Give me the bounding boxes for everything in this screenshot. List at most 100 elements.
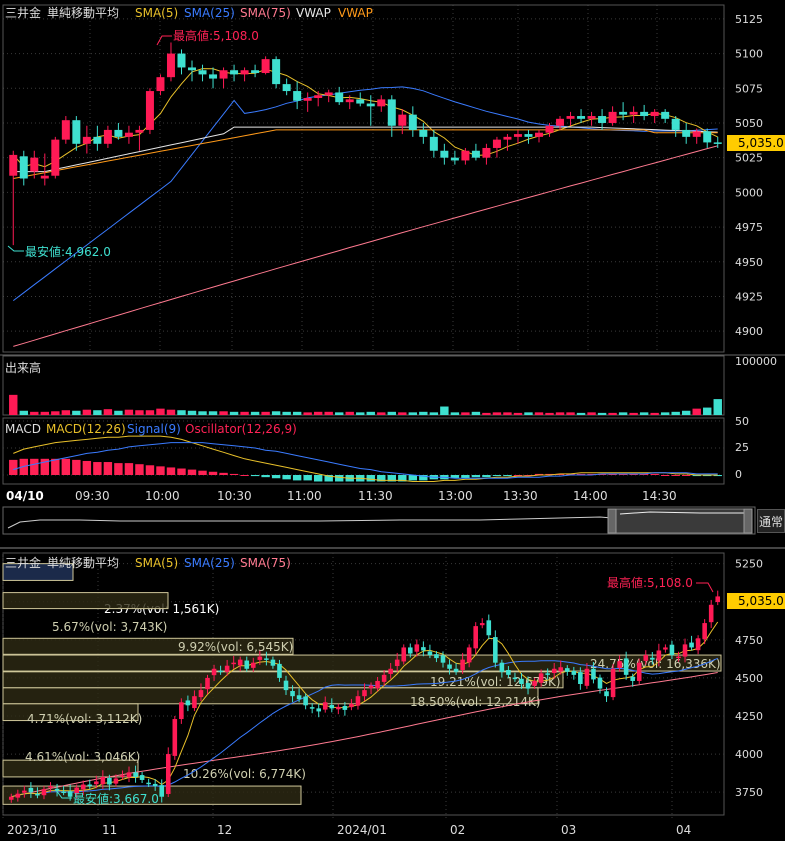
oscillator-bar: [492, 475, 502, 477]
volume-bar: [629, 412, 638, 415]
macd-legend-signal: Signal(9): [127, 422, 181, 436]
volume-bar: [271, 411, 281, 415]
candle: [272, 56, 281, 89]
bottom-legend-sma5: SMA(5): [135, 556, 178, 570]
legend-sma5: SMA(5): [135, 6, 178, 20]
oscillator-bar: [261, 475, 270, 478]
volume-bar: [292, 411, 302, 415]
volume-bar: [524, 412, 533, 415]
bottom-legend-sma75: SMA(75): [240, 556, 291, 570]
time-tick: 14:30: [642, 489, 677, 503]
bottom-indicator-group: 単純移動平均: [47, 556, 119, 570]
volume-bar: [576, 412, 586, 415]
volume-title: 出来高: [5, 360, 41, 375]
bottom-y-tick: 4000: [735, 748, 763, 761]
daily-candle: [610, 663, 616, 701]
volume-bar: [208, 411, 218, 415]
top-symbol: 三井金: [5, 5, 41, 20]
oscillator-bar: [671, 475, 680, 476]
oscillator-bar: [471, 475, 481, 478]
volume-bar: [61, 410, 71, 415]
time-tick: 09:30: [75, 489, 110, 503]
volume-bar: [440, 406, 449, 415]
oscillator-bar: [208, 471, 218, 475]
top-legend: 三井金 単純移動平均 SMA(5) SMA(25) SMA(75) VWAP V…: [5, 5, 373, 20]
volume-bar: [177, 410, 186, 415]
top-max-label: 最高値:5,108.0: [173, 28, 259, 43]
volume-bar: [387, 411, 396, 415]
volume-bar: [261, 411, 270, 415]
top-current-price-box: 5,035.0: [727, 135, 785, 151]
volume-bar: [303, 412, 312, 415]
oscillator-bar: [303, 475, 312, 481]
volume-bar: [587, 412, 596, 415]
volume-profile-label: 9.92%(vol: 6,545K): [178, 640, 293, 654]
oscillator-bar: [145, 465, 155, 475]
volume-bar: [103, 409, 113, 415]
macd-legend-macd: MACD(12,26): [46, 422, 126, 436]
navigator-left-handle[interactable]: [607, 508, 617, 534]
oscillator-bar: [124, 463, 134, 475]
oscillator-bar: [9, 459, 18, 475]
oscillator-bar: [292, 475, 302, 481]
volume-bar: [608, 412, 617, 415]
oscillator-bar: [103, 462, 113, 475]
volume-bar: [30, 411, 39, 415]
volume-profile-label: 5.67%(vol: 3,743K): [52, 620, 167, 634]
time-tick: 10:30: [217, 489, 252, 503]
volume-y-tick: 100000: [735, 355, 777, 368]
volume-bar: [513, 412, 523, 415]
volume-bar: [82, 409, 92, 415]
macd-label: MACD: [5, 422, 41, 436]
volume-bar: [345, 411, 354, 415]
volume-bar: [72, 410, 81, 415]
bottom-y-tick: 4500: [735, 672, 763, 685]
bottom-min-label: 最安値:3,667.0: [73, 791, 159, 806]
time-tick: 14:00: [573, 489, 608, 503]
volume-bar: [124, 409, 134, 415]
legend-sma25: SMA(25): [184, 6, 235, 20]
volume-profile-label: 4.61%(vol: 3,046K): [25, 750, 140, 764]
time-tick: 13:00: [438, 489, 473, 503]
volume-bar: [650, 412, 659, 415]
oscillator-bar: [482, 475, 491, 478]
volume-bar: [282, 411, 291, 415]
oscillator-bar: [335, 475, 344, 482]
volume-bar: [9, 394, 18, 415]
volume-bar: [534, 412, 544, 415]
oscillator-bar: [681, 475, 691, 476]
time-axis-date: 04/10: [6, 489, 44, 503]
top-y-tick: 4950: [735, 256, 763, 269]
top-indicator-group: 単純移動平均: [47, 6, 119, 20]
candle: [51, 136, 60, 179]
volume-bar: [219, 411, 228, 415]
volume-bar: [703, 407, 712, 415]
volume-bar: [335, 412, 344, 415]
volume-bar: [240, 411, 249, 415]
bottom-x-tick: 11: [102, 823, 117, 837]
volume-bar: [471, 411, 481, 415]
macd-y-tick-50: 50: [735, 415, 749, 428]
volume-bar: [250, 411, 260, 415]
navigator-bar[interactable]: [2, 506, 756, 535]
volume-bar: [135, 410, 144, 415]
bottom-y-tick: 5250: [735, 558, 763, 571]
volume-profile-band: 19.21%(vol: 12,679K): [2, 671, 564, 689]
time-tick: 13:30: [503, 489, 538, 503]
top-current-price: 5,035.0: [738, 136, 784, 150]
volume-bar: [166, 409, 176, 415]
oscillator-bar: [240, 475, 249, 476]
volume-bar: [313, 411, 323, 415]
volume-bar: [377, 412, 386, 415]
top-y-tick: 4975: [735, 221, 763, 234]
oscillator-bar: [282, 475, 291, 480]
volume-bar: [450, 412, 460, 415]
oscillator-bar: [650, 473, 659, 475]
volume-bar: [419, 411, 428, 415]
navigator-right-handle[interactable]: [743, 508, 753, 534]
bottom-y-tick: 4250: [735, 710, 763, 723]
daily-candle: [165, 747, 171, 798]
normal-mode-button[interactable]: 通常: [757, 509, 785, 533]
oscillator-bar: [135, 464, 144, 475]
bottom-max-label: 最高値:5,108.0: [607, 575, 693, 590]
